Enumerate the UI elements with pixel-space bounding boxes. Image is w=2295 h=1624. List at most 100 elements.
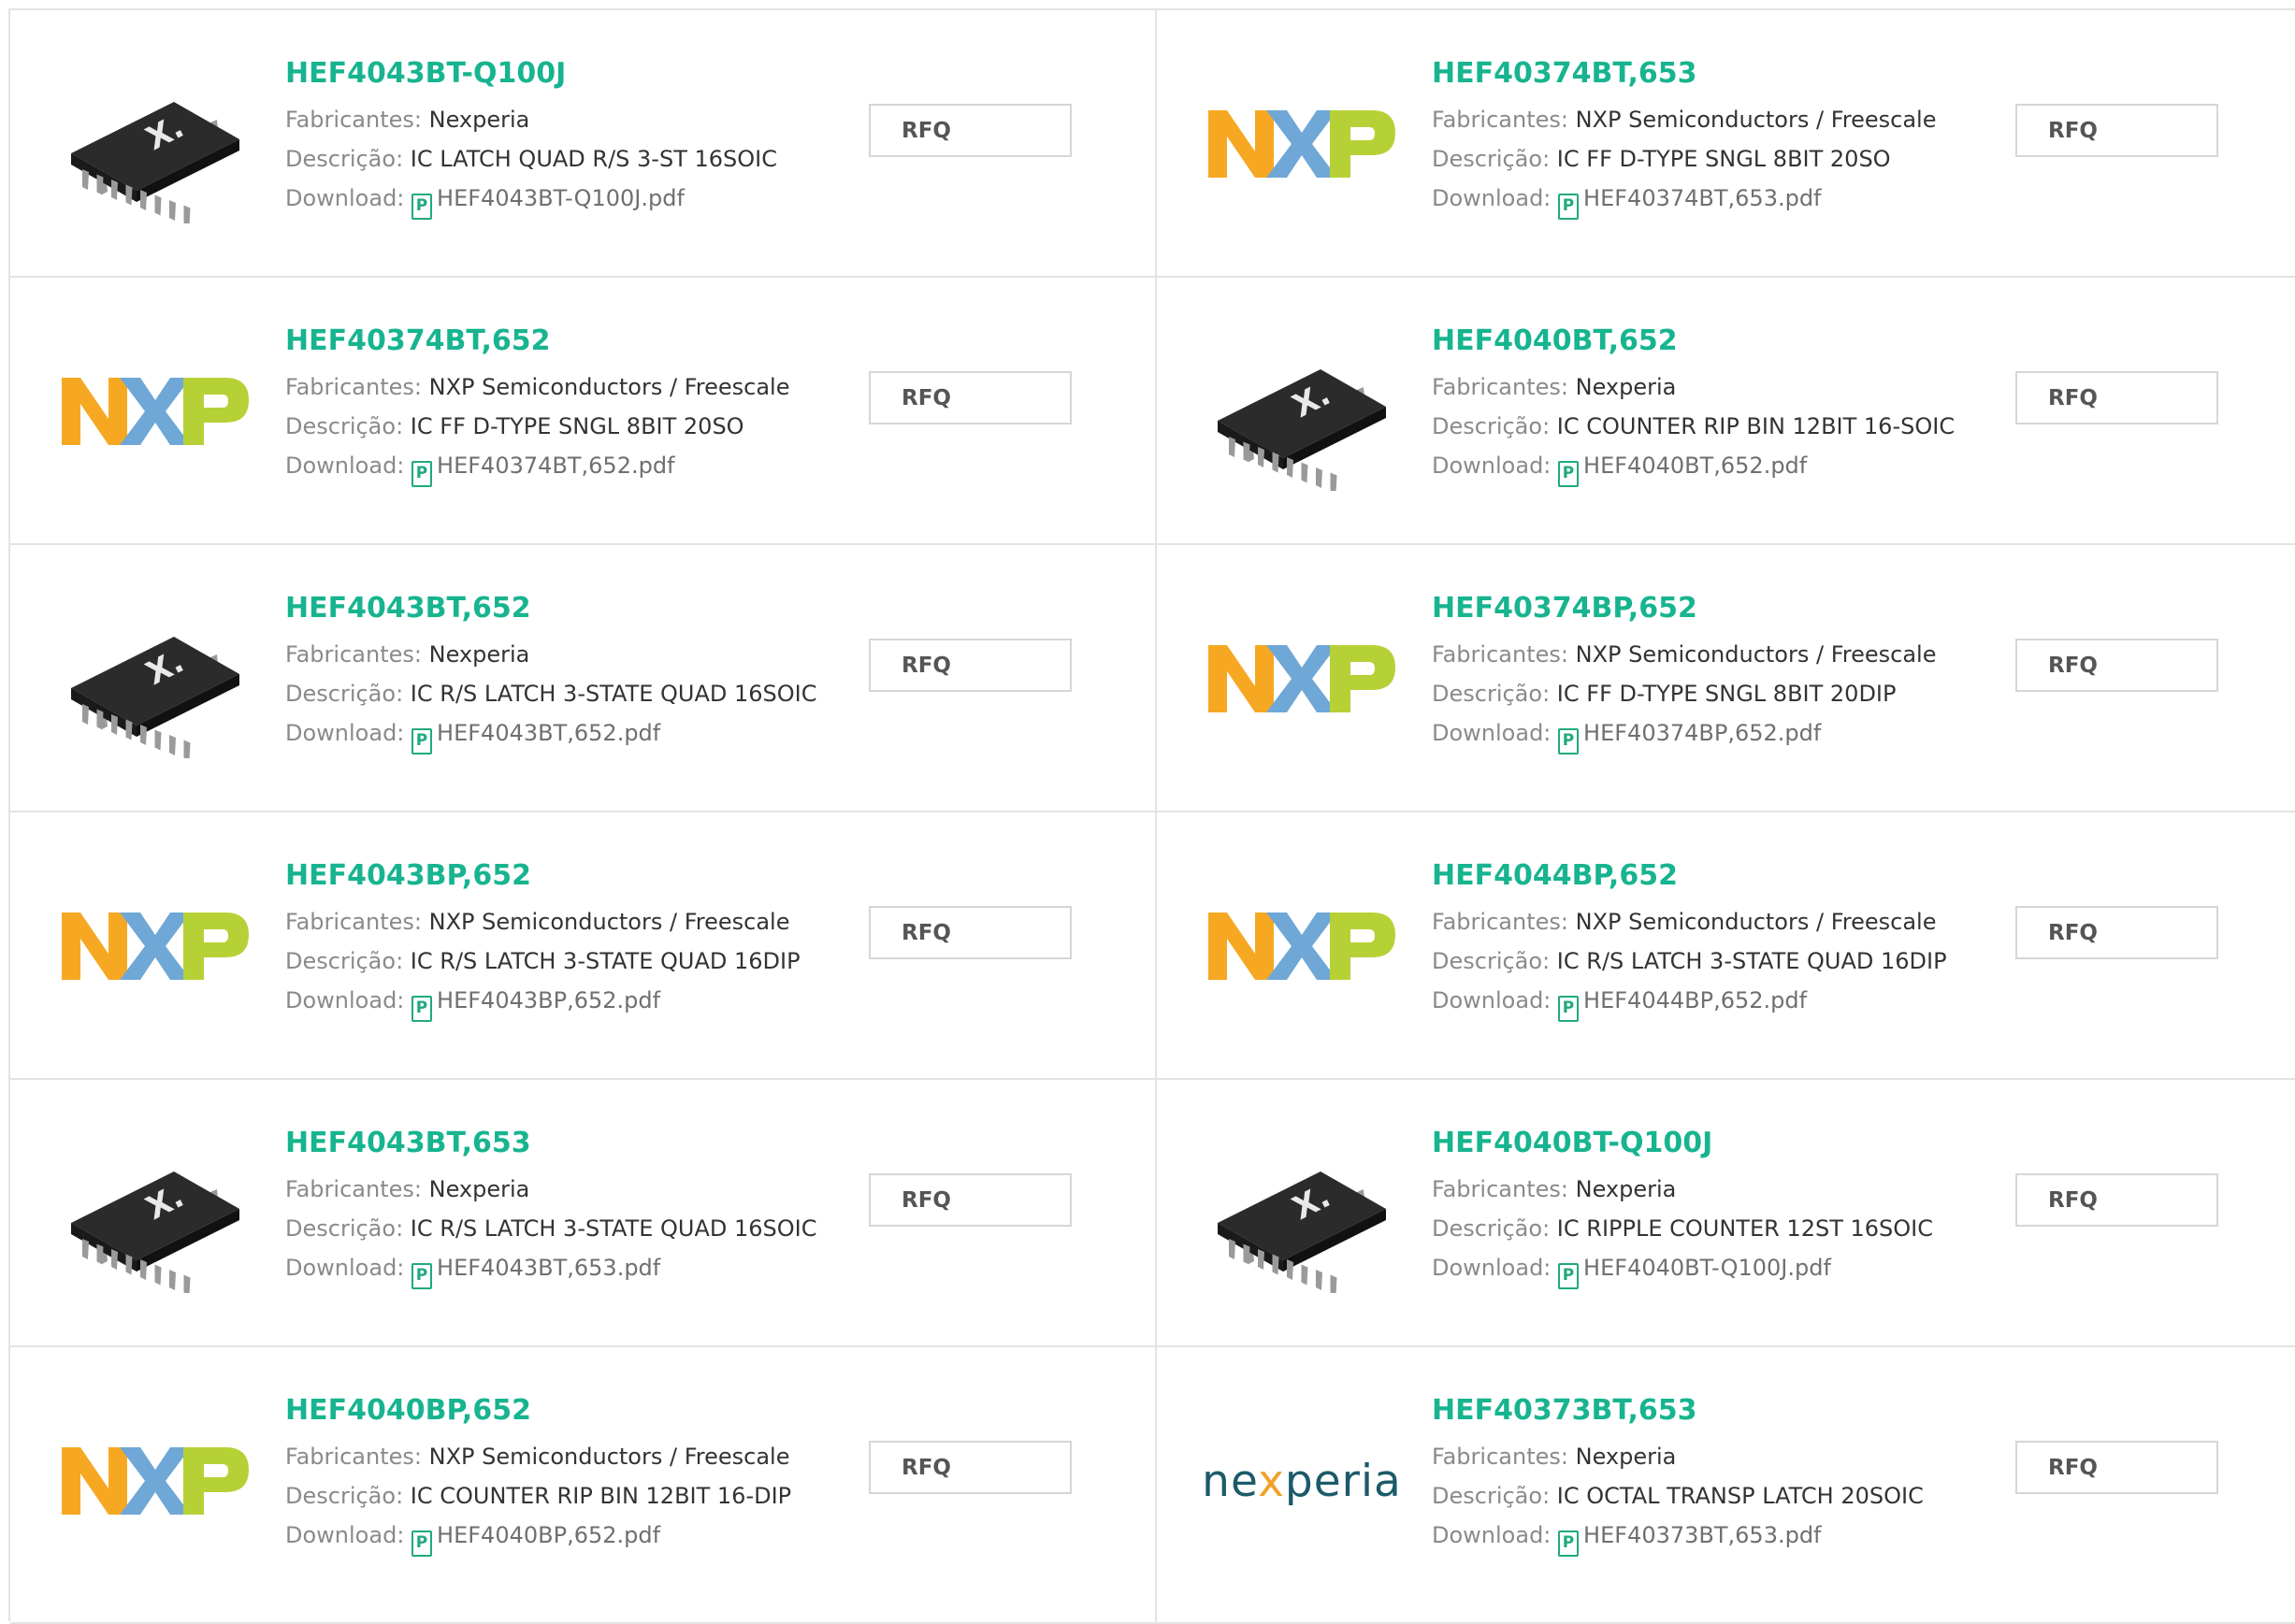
- datasheet-filename: HEF40374BP,652.pdf: [1583, 720, 1822, 746]
- product-name-link[interactable]: HEF4044BP,652: [1432, 857, 1947, 895]
- datasheet-link[interactable]: P HEF40374BT,652.pdf: [411, 453, 675, 487]
- nxp-logo-image: [1208, 645, 1395, 712]
- manufacturer-line: Fabricantes: NXP Semiconductors / Freesc…: [1432, 100, 1936, 139]
- datasheet-filename: HEF4043BT,653.pdf: [437, 1255, 661, 1281]
- product-image[interactable]: X.: [1204, 1115, 1400, 1312]
- product-image[interactable]: X.: [57, 46, 253, 242]
- datasheet-filename: HEF4040BT-Q100J.pdf: [1583, 1255, 1831, 1281]
- product-info: HEF40374BT,653 Fabricantes: NXP Semicond…: [1432, 55, 1936, 220]
- manufacturer-label: Fabricantes:: [285, 1444, 422, 1470]
- description-line: Descrição: IC FF D-TYPE SNGL 8BIT 20DIP: [1432, 674, 1936, 713]
- manufacturer-value: Nexperia: [1575, 1176, 1677, 1202]
- product-image[interactable]: [57, 313, 253, 510]
- product-name-link[interactable]: HEF4043BT-Q100J: [285, 55, 777, 93]
- rfq-button[interactable]: RFQ: [2015, 1173, 2218, 1227]
- product-image[interactable]: [57, 1383, 253, 1579]
- description-line: Descrição: IC OCTAL TRANSP LATCH 20SOIC: [1432, 1476, 1924, 1516]
- product-image[interactable]: nexperia: [1202, 1383, 1401, 1579]
- pdf-icon: P: [411, 996, 433, 1022]
- product-card: X. HEF4040BT,652 Fabricantes: Nexperia D…: [1157, 278, 2295, 545]
- description-label: Descrição:: [1432, 1483, 1551, 1509]
- datasheet-link[interactable]: P HEF4040BT,652.pdf: [1558, 453, 1807, 487]
- download-label: Download:: [285, 453, 405, 479]
- product-card: nexperia HEF40373BT,653 Fabricantes: Nex…: [1157, 1347, 2295, 1624]
- rfq-button[interactable]: RFQ: [2015, 104, 2218, 157]
- product-image[interactable]: [1204, 46, 1400, 242]
- manufacturer-line: Fabricantes: Nexperia: [285, 635, 817, 674]
- pdf-icon: P: [1558, 728, 1580, 755]
- pdf-icon: P: [1558, 1531, 1580, 1557]
- rfq-button[interactable]: RFQ: [2015, 906, 2218, 959]
- product-image[interactable]: [1204, 848, 1400, 1044]
- description-value: IC R/S LATCH 3-STATE QUAD 16DIP: [1556, 948, 1947, 974]
- rfq-button[interactable]: RFQ: [869, 104, 1072, 157]
- description-value: IC FF D-TYPE SNGL 8BIT 20SO: [410, 413, 744, 439]
- datasheet-link[interactable]: P HEF40374BP,652.pdf: [1558, 720, 1822, 755]
- pdf-icon: P: [411, 728, 433, 755]
- product-name-link[interactable]: HEF4040BT,652: [1432, 323, 1955, 360]
- description-label: Descrição:: [1432, 1215, 1551, 1242]
- product-grid: X. HEF4043BT-Q100J Fabricantes: Nexperia…: [8, 8, 2295, 1624]
- rfq-button[interactable]: RFQ: [2015, 1441, 2218, 1494]
- product-name-link[interactable]: HEF40374BP,652: [1432, 590, 1936, 627]
- manufacturer-line: Fabricantes: Nexperia: [285, 100, 777, 139]
- datasheet-link[interactable]: P HEF4043BP,652.pdf: [411, 987, 661, 1022]
- download-line: Download: P HEF4043BT-Q100J.pdf: [285, 179, 777, 220]
- manufacturer-line: Fabricantes: Nexperia: [1432, 367, 1955, 407]
- product-name-link[interactable]: HEF4043BT,653: [285, 1125, 817, 1162]
- product-info: HEF4040BP,652 Fabricantes: NXP Semicondu…: [285, 1392, 791, 1557]
- download-label: Download:: [285, 185, 405, 211]
- datasheet-link[interactable]: P HEF4043BT,652.pdf: [411, 720, 660, 755]
- manufacturer-label: Fabricantes:: [1432, 909, 1568, 935]
- rfq-button[interactable]: RFQ: [2015, 371, 2218, 424]
- rfq-button[interactable]: RFQ: [869, 906, 1072, 959]
- description-line: Descrição: IC LATCH QUAD R/S 3-ST 16SOIC: [285, 139, 777, 179]
- download-label: Download:: [285, 987, 405, 1013]
- manufacturer-label: Fabricantes:: [285, 909, 422, 935]
- product-image[interactable]: [57, 848, 253, 1044]
- product-info: HEF4040BT,652 Fabricantes: Nexperia Desc…: [1432, 323, 1955, 487]
- rfq-button[interactable]: RFQ: [869, 371, 1072, 424]
- pdf-icon: P: [1558, 194, 1580, 220]
- product-info: HEF40373BT,653 Fabricantes: Nexperia Des…: [1432, 1392, 1924, 1557]
- product-name-link[interactable]: HEF40374BT,652: [285, 323, 789, 360]
- product-image[interactable]: X.: [57, 581, 253, 777]
- product-name-link[interactable]: HEF4043BT,652: [285, 590, 817, 627]
- datasheet-link[interactable]: P HEF40373BT,653.pdf: [1558, 1522, 1822, 1557]
- description-value: IC R/S LATCH 3-STATE QUAD 16DIP: [410, 948, 801, 974]
- description-line: Descrição: IC RIPPLE COUNTER 12ST 16SOIC: [1432, 1209, 1933, 1248]
- product-name-link[interactable]: HEF4043BP,652: [285, 857, 801, 895]
- rfq-button[interactable]: RFQ: [2015, 639, 2218, 692]
- manufacturer-value: NXP Semiconductors / Freescale: [1575, 909, 1937, 935]
- datasheet-link[interactable]: P HEF4040BT-Q100J.pdf: [1558, 1255, 1831, 1289]
- datasheet-link[interactable]: P HEF4040BP,652.pdf: [411, 1522, 660, 1557]
- manufacturer-line: Fabricantes: NXP Semiconductors / Freesc…: [285, 902, 801, 941]
- product-image[interactable]: [1204, 581, 1400, 777]
- product-name-link[interactable]: HEF4040BT-Q100J: [1432, 1125, 1933, 1162]
- product-card: HEF4040BP,652 Fabricantes: NXP Semicondu…: [10, 1347, 1157, 1624]
- product-card: HEF40374BT,653 Fabricantes: NXP Semicond…: [1157, 10, 2295, 278]
- datasheet-link[interactable]: P HEF4043BT-Q100J.pdf: [411, 185, 685, 220]
- rfq-button[interactable]: RFQ: [869, 1441, 1072, 1494]
- product-name-link[interactable]: HEF40374BT,653: [1432, 55, 1936, 93]
- datasheet-link[interactable]: P HEF4044BP,652.pdf: [1558, 987, 1807, 1022]
- download-label: Download:: [1432, 1255, 1552, 1281]
- manufacturer-line: Fabricantes: NXP Semiconductors / Freesc…: [1432, 635, 1936, 674]
- rfq-button[interactable]: RFQ: [869, 1173, 1072, 1227]
- product-name-link[interactable]: HEF40373BT,653: [1432, 1392, 1924, 1430]
- description-line: Descrição: IC FF D-TYPE SNGL 8BIT 20SO: [285, 407, 789, 446]
- description-value: IC FF D-TYPE SNGL 8BIT 20SO: [1556, 146, 1891, 172]
- download-label: Download:: [1432, 453, 1552, 479]
- datasheet-link[interactable]: P HEF4043BT,653.pdf: [411, 1255, 661, 1289]
- nxp-logo-image: [62, 913, 249, 980]
- datasheet-filename: HEF4043BP,652.pdf: [437, 987, 661, 1013]
- product-card: HEF40374BP,652 Fabricantes: NXP Semicond…: [1157, 545, 2295, 812]
- download-line: Download: P HEF4040BT-Q100J.pdf: [1432, 1248, 1933, 1289]
- rfq-button[interactable]: RFQ: [869, 639, 1072, 692]
- datasheet-link[interactable]: P HEF40374BT,653.pdf: [1558, 185, 1822, 220]
- product-name-link[interactable]: HEF4040BP,652: [285, 1392, 791, 1430]
- manufacturer-label: Fabricantes:: [1432, 107, 1568, 133]
- product-image[interactable]: X.: [1204, 313, 1400, 510]
- download-line: Download: P HEF40373BT,653.pdf: [1432, 1516, 1924, 1557]
- product-image[interactable]: X.: [57, 1115, 253, 1312]
